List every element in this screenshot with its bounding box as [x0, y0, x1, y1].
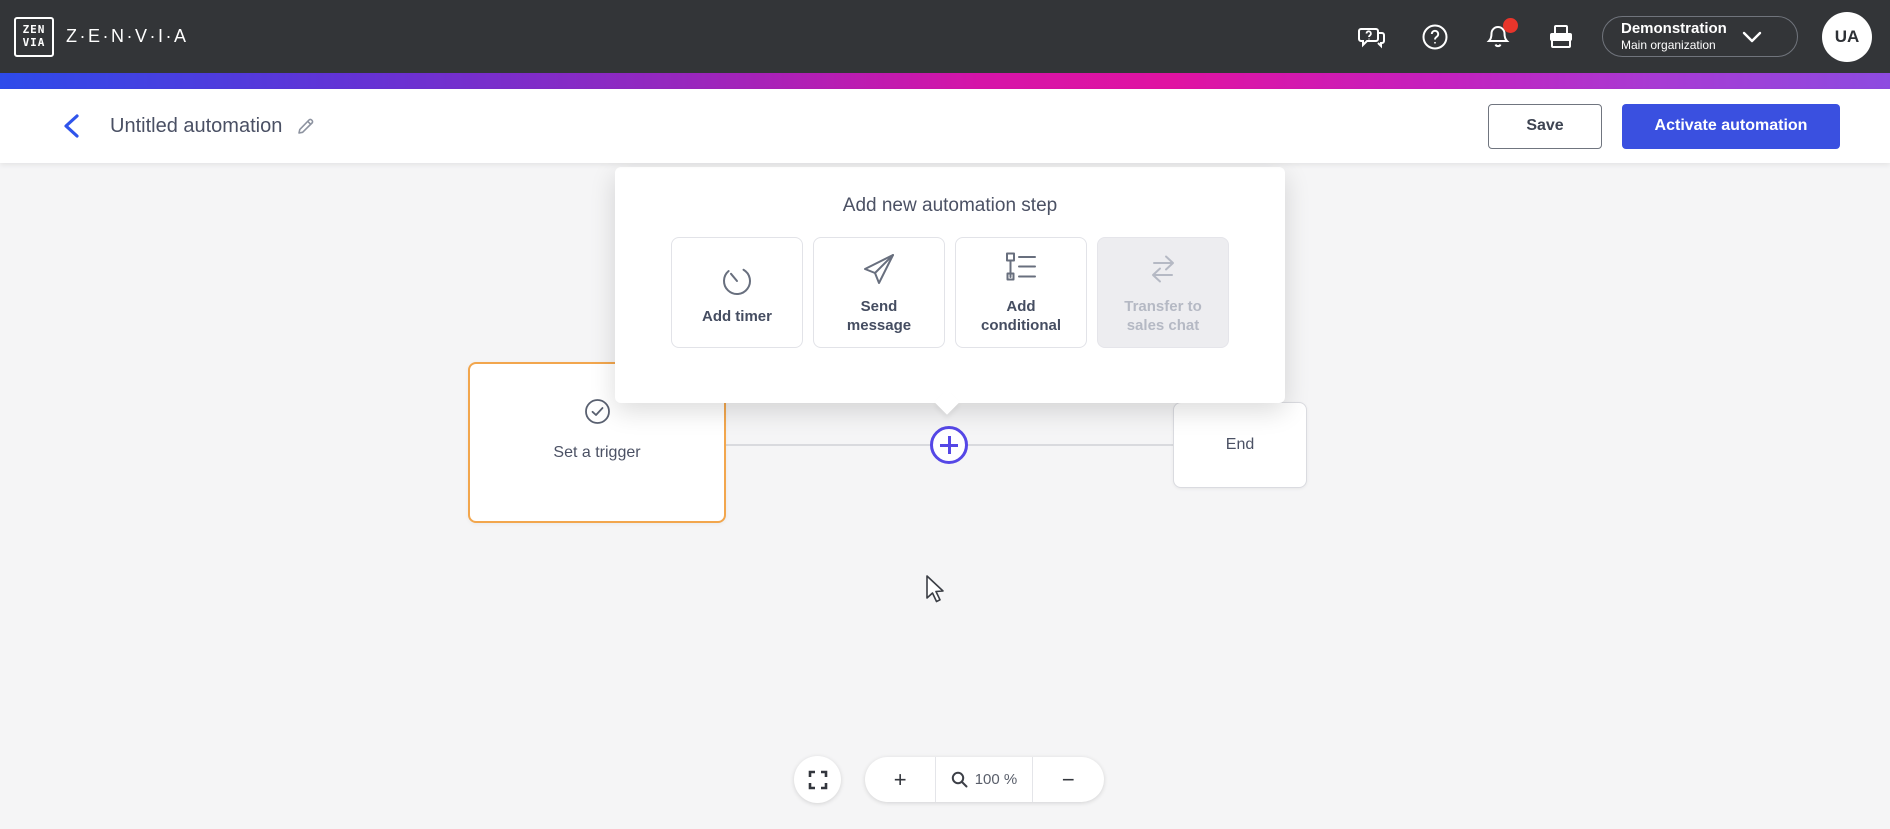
edit-title-icon[interactable]	[296, 117, 315, 136]
activate-automation-button[interactable]: Activate automation	[1622, 103, 1840, 149]
automation-canvas[interactable]: Set a trigger End Add new automation ste…	[0, 163, 1890, 829]
logo-text-top: ZEN	[22, 22, 46, 36]
logo-text-bottom: VIA	[22, 35, 46, 49]
zoom-out-button[interactable]: −	[1033, 757, 1104, 802]
zenvia-logo-icon: ZEN VIA	[14, 16, 54, 57]
notifications-bell-icon[interactable]	[1483, 17, 1518, 52]
timer-icon	[723, 268, 751, 295]
printer-icon[interactable]	[1546, 22, 1576, 52]
chevron-down-icon	[1742, 31, 1762, 42]
organization-subtitle: Main organization	[1621, 38, 1716, 53]
back-button[interactable]	[58, 112, 86, 140]
popup-title: Add new automation step	[842, 195, 1058, 216]
zoom-level-indicator: 100 %	[936, 757, 1031, 802]
end-node[interactable]: End	[1173, 402, 1307, 488]
transfer-sales-chat-option: Transfer to sales chat	[1097, 237, 1229, 348]
add-step-plus-button[interactable]	[930, 426, 968, 464]
fit-screen-button[interactable]	[794, 756, 841, 803]
magnifier-icon	[951, 771, 968, 788]
trigger-node-label: Set a trigger	[553, 444, 641, 461]
send-message-option[interactable]: Send message	[813, 237, 945, 348]
save-button[interactable]: Save	[1488, 103, 1602, 149]
add-step-popup: Add new automation step Add timer Send m…	[615, 167, 1285, 403]
conditional-tree-icon	[1006, 252, 1036, 281]
check-circle-icon	[584, 399, 610, 424]
help-icon[interactable]	[1420, 22, 1450, 52]
organization-switcher[interactable]: Demonstration Main organization	[1602, 16, 1798, 57]
swap-arrows-icon	[1152, 255, 1174, 283]
support-chat-icon[interactable]	[1357, 22, 1387, 52]
zoom-in-button[interactable]: +	[865, 757, 935, 802]
automation-header: Untitled automation Save Activate automa…	[0, 89, 1890, 163]
add-timer-option[interactable]: Add timer	[671, 237, 803, 348]
automation-title: Untitled automation	[110, 114, 283, 137]
user-avatar[interactable]: UA	[1822, 11, 1872, 62]
mouse-cursor	[926, 575, 944, 603]
zoom-level-value: 100 %	[974, 771, 1018, 788]
brand-wordmark: Z·E·N·V·I·A	[66, 26, 189, 46]
add-conditional-option[interactable]: Add conditional	[955, 237, 1087, 348]
zoom-toolbar: + 100 % −	[865, 757, 1104, 802]
organization-name: Demonstration	[1621, 19, 1727, 37]
fullscreen-icon	[808, 770, 827, 789]
topbar: ZEN VIA Z·E·N·V·I·A Demonstration Main o…	[0, 0, 1890, 73]
brand-gradient-strip	[0, 73, 1890, 89]
notification-badge	[1503, 17, 1518, 33]
popup-options-row: Add timer Send message Add conditional T…	[615, 237, 1285, 348]
paper-plane-icon	[864, 254, 894, 285]
